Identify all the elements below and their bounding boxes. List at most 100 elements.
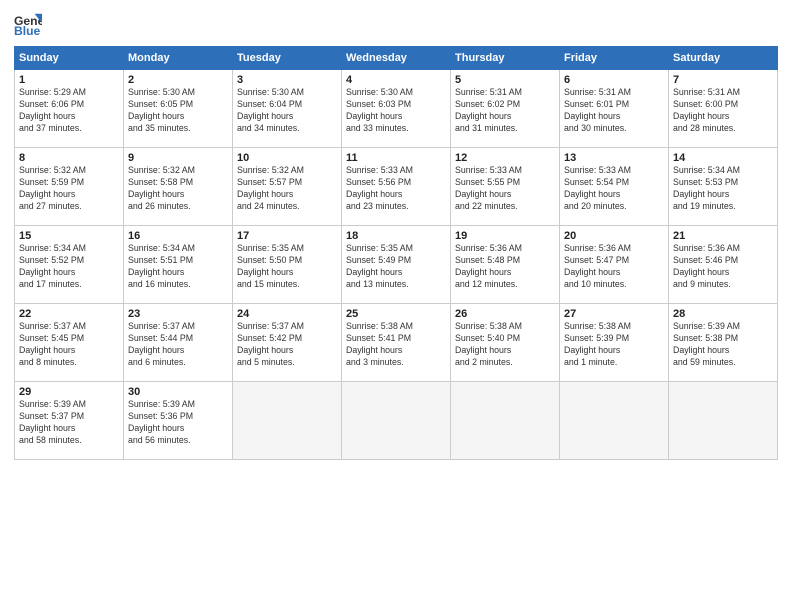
- calendar-cell: 12 Sunrise: 5:33 AM Sunset: 5:55 PM Dayl…: [451, 148, 560, 226]
- day-number: 17: [237, 230, 337, 242]
- calendar-cell: [560, 382, 669, 460]
- calendar-week-row: 15 Sunrise: 5:34 AM Sunset: 5:52 PM Dayl…: [15, 226, 778, 304]
- calendar-cell: 23 Sunrise: 5:37 AM Sunset: 5:44 PM Dayl…: [124, 304, 233, 382]
- calendar-cell: 26 Sunrise: 5:38 AM Sunset: 5:40 PM Dayl…: [451, 304, 560, 382]
- day-info: Sunrise: 5:33 AM Sunset: 5:56 PM Dayligh…: [346, 165, 446, 213]
- calendar-week-row: 1 Sunrise: 5:29 AM Sunset: 6:06 PM Dayli…: [15, 70, 778, 148]
- weekday-header: Thursday: [451, 47, 560, 70]
- day-number: 6: [564, 74, 664, 86]
- day-info: Sunrise: 5:37 AM Sunset: 5:44 PM Dayligh…: [128, 321, 228, 369]
- calendar-cell: 28 Sunrise: 5:39 AM Sunset: 5:38 PM Dayl…: [669, 304, 778, 382]
- calendar-cell: 17 Sunrise: 5:35 AM Sunset: 5:50 PM Dayl…: [233, 226, 342, 304]
- logo: General Blue: [14, 10, 44, 38]
- day-number: 5: [455, 74, 555, 86]
- day-number: 1: [19, 74, 119, 86]
- day-info: Sunrise: 5:39 AM Sunset: 5:38 PM Dayligh…: [673, 321, 773, 369]
- day-info: Sunrise: 5:32 AM Sunset: 5:57 PM Dayligh…: [237, 165, 337, 213]
- calendar-cell: [342, 382, 451, 460]
- day-number: 28: [673, 308, 773, 320]
- day-number: 3: [237, 74, 337, 86]
- day-number: 25: [346, 308, 446, 320]
- calendar-cell: 9 Sunrise: 5:32 AM Sunset: 5:58 PM Dayli…: [124, 148, 233, 226]
- day-number: 23: [128, 308, 228, 320]
- calendar-cell: 27 Sunrise: 5:38 AM Sunset: 5:39 PM Dayl…: [560, 304, 669, 382]
- day-info: Sunrise: 5:34 AM Sunset: 5:52 PM Dayligh…: [19, 243, 119, 291]
- day-number: 10: [237, 152, 337, 164]
- calendar-cell: 4 Sunrise: 5:30 AM Sunset: 6:03 PM Dayli…: [342, 70, 451, 148]
- day-info: Sunrise: 5:35 AM Sunset: 5:50 PM Dayligh…: [237, 243, 337, 291]
- calendar-cell: 11 Sunrise: 5:33 AM Sunset: 5:56 PM Dayl…: [342, 148, 451, 226]
- calendar-cell: 5 Sunrise: 5:31 AM Sunset: 6:02 PM Dayli…: [451, 70, 560, 148]
- day-number: 16: [128, 230, 228, 242]
- day-info: Sunrise: 5:30 AM Sunset: 6:05 PM Dayligh…: [128, 87, 228, 135]
- day-number: 9: [128, 152, 228, 164]
- day-info: Sunrise: 5:32 AM Sunset: 5:59 PM Dayligh…: [19, 165, 119, 213]
- calendar-cell: [669, 382, 778, 460]
- day-info: Sunrise: 5:36 AM Sunset: 5:48 PM Dayligh…: [455, 243, 555, 291]
- weekday-header: Saturday: [669, 47, 778, 70]
- day-number: 18: [346, 230, 446, 242]
- calendar-cell: 3 Sunrise: 5:30 AM Sunset: 6:04 PM Dayli…: [233, 70, 342, 148]
- day-number: 29: [19, 386, 119, 398]
- calendar-cell: 22 Sunrise: 5:37 AM Sunset: 5:45 PM Dayl…: [15, 304, 124, 382]
- day-number: 30: [128, 386, 228, 398]
- calendar-cell: 20 Sunrise: 5:36 AM Sunset: 5:47 PM Dayl…: [560, 226, 669, 304]
- svg-text:Blue: Blue: [14, 24, 41, 38]
- day-info: Sunrise: 5:37 AM Sunset: 5:45 PM Dayligh…: [19, 321, 119, 369]
- calendar-cell: 1 Sunrise: 5:29 AM Sunset: 6:06 PM Dayli…: [15, 70, 124, 148]
- day-info: Sunrise: 5:35 AM Sunset: 5:49 PM Dayligh…: [346, 243, 446, 291]
- calendar-cell: [233, 382, 342, 460]
- day-info: Sunrise: 5:32 AM Sunset: 5:58 PM Dayligh…: [128, 165, 228, 213]
- day-info: Sunrise: 5:39 AM Sunset: 5:36 PM Dayligh…: [128, 399, 228, 447]
- day-info: Sunrise: 5:38 AM Sunset: 5:39 PM Dayligh…: [564, 321, 664, 369]
- day-number: 24: [237, 308, 337, 320]
- day-number: 22: [19, 308, 119, 320]
- day-info: Sunrise: 5:39 AM Sunset: 5:37 PM Dayligh…: [19, 399, 119, 447]
- day-info: Sunrise: 5:34 AM Sunset: 5:53 PM Dayligh…: [673, 165, 773, 213]
- weekday-header: Friday: [560, 47, 669, 70]
- day-info: Sunrise: 5:31 AM Sunset: 6:01 PM Dayligh…: [564, 87, 664, 135]
- calendar-cell: 7 Sunrise: 5:31 AM Sunset: 6:00 PM Dayli…: [669, 70, 778, 148]
- logo-icon: General Blue: [14, 10, 42, 38]
- calendar-cell: 15 Sunrise: 5:34 AM Sunset: 5:52 PM Dayl…: [15, 226, 124, 304]
- day-info: Sunrise: 5:33 AM Sunset: 5:54 PM Dayligh…: [564, 165, 664, 213]
- calendar-week-row: 22 Sunrise: 5:37 AM Sunset: 5:45 PM Dayl…: [15, 304, 778, 382]
- day-info: Sunrise: 5:31 AM Sunset: 6:00 PM Dayligh…: [673, 87, 773, 135]
- calendar-cell: [451, 382, 560, 460]
- day-info: Sunrise: 5:37 AM Sunset: 5:42 PM Dayligh…: [237, 321, 337, 369]
- weekday-header: Wednesday: [342, 47, 451, 70]
- page-container: General Blue SundayMondayTuesdayWednesda…: [0, 0, 792, 466]
- day-info: Sunrise: 5:34 AM Sunset: 5:51 PM Dayligh…: [128, 243, 228, 291]
- day-number: 13: [564, 152, 664, 164]
- day-info: Sunrise: 5:30 AM Sunset: 6:03 PM Dayligh…: [346, 87, 446, 135]
- calendar-cell: 18 Sunrise: 5:35 AM Sunset: 5:49 PM Dayl…: [342, 226, 451, 304]
- calendar-cell: 19 Sunrise: 5:36 AM Sunset: 5:48 PM Dayl…: [451, 226, 560, 304]
- day-info: Sunrise: 5:31 AM Sunset: 6:02 PM Dayligh…: [455, 87, 555, 135]
- day-number: 19: [455, 230, 555, 242]
- day-number: 15: [19, 230, 119, 242]
- day-number: 27: [564, 308, 664, 320]
- day-info: Sunrise: 5:36 AM Sunset: 5:47 PM Dayligh…: [564, 243, 664, 291]
- calendar-table: SundayMondayTuesdayWednesdayThursdayFrid…: [14, 46, 778, 460]
- weekday-header: Monday: [124, 47, 233, 70]
- day-number: 2: [128, 74, 228, 86]
- calendar-cell: 21 Sunrise: 5:36 AM Sunset: 5:46 PM Dayl…: [669, 226, 778, 304]
- day-number: 14: [673, 152, 773, 164]
- day-info: Sunrise: 5:33 AM Sunset: 5:55 PM Dayligh…: [455, 165, 555, 213]
- day-info: Sunrise: 5:36 AM Sunset: 5:46 PM Dayligh…: [673, 243, 773, 291]
- day-info: Sunrise: 5:30 AM Sunset: 6:04 PM Dayligh…: [237, 87, 337, 135]
- day-info: Sunrise: 5:29 AM Sunset: 6:06 PM Dayligh…: [19, 87, 119, 135]
- weekday-header-row: SundayMondayTuesdayWednesdayThursdayFrid…: [15, 47, 778, 70]
- calendar-cell: 10 Sunrise: 5:32 AM Sunset: 5:57 PM Dayl…: [233, 148, 342, 226]
- header: General Blue: [14, 10, 778, 38]
- day-number: 4: [346, 74, 446, 86]
- day-number: 21: [673, 230, 773, 242]
- day-number: 12: [455, 152, 555, 164]
- calendar-cell: 14 Sunrise: 5:34 AM Sunset: 5:53 PM Dayl…: [669, 148, 778, 226]
- calendar-cell: 8 Sunrise: 5:32 AM Sunset: 5:59 PM Dayli…: [15, 148, 124, 226]
- weekday-header: Tuesday: [233, 47, 342, 70]
- calendar-cell: 30 Sunrise: 5:39 AM Sunset: 5:36 PM Dayl…: [124, 382, 233, 460]
- calendar-cell: 13 Sunrise: 5:33 AM Sunset: 5:54 PM Dayl…: [560, 148, 669, 226]
- calendar-cell: 6 Sunrise: 5:31 AM Sunset: 6:01 PM Dayli…: [560, 70, 669, 148]
- calendar-cell: 25 Sunrise: 5:38 AM Sunset: 5:41 PM Dayl…: [342, 304, 451, 382]
